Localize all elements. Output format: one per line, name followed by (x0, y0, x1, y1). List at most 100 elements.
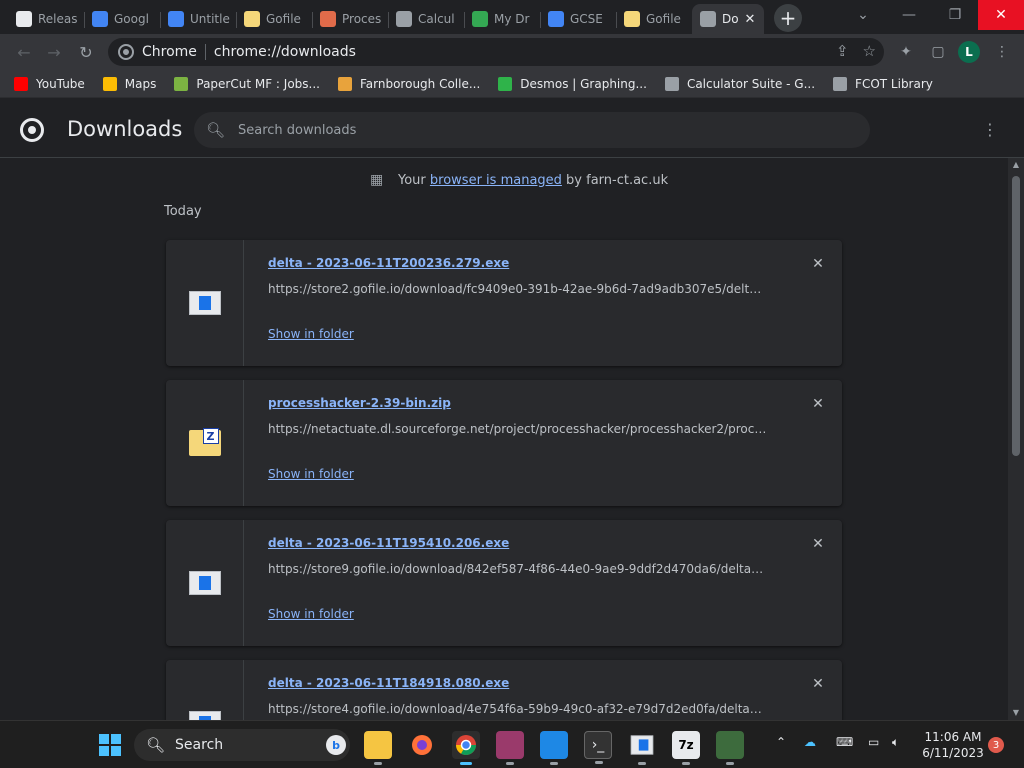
tab-strip: Releas Googl Untitle Gofile Proces Calcul My D… (0, 0, 1024, 34)
bookmark-3[interactable]: Farnborough Colle... (337, 76, 481, 91)
search-icon: 🔍︎ (206, 121, 226, 139)
bookmark-6[interactable]: FCOT Library (833, 76, 933, 91)
task-manager-icon[interactable] (716, 731, 744, 765)
tab-9[interactable]: Do ✕ (692, 4, 764, 34)
minimize-button[interactable]: — (886, 0, 932, 30)
tab-0[interactable]: Releas (8, 4, 84, 34)
remove-download-icon[interactable]: ✕ (810, 676, 826, 692)
installer-app-icon[interactable] (628, 731, 656, 765)
tab-label: Releas (38, 12, 78, 26)
show-in-folder-link[interactable]: Show in folder (268, 467, 354, 481)
bookmark-label: Desmos | Graphing... (520, 76, 647, 91)
download-filename-link[interactable]: delta - 2023-06-11T195410.206.exe (268, 536, 509, 550)
tab-2[interactable]: Untitle (160, 4, 236, 34)
tray-chevron-icon[interactable]: ⌃ (776, 735, 786, 749)
remove-download-icon[interactable]: ✕ (810, 536, 826, 552)
window-close-button[interactable]: ✕ (978, 0, 1024, 30)
bookmark-label: Maps (124, 76, 157, 91)
bookmarks-bar: YouTube Maps PaperCut MF : Jobs... Farnboro… (0, 70, 1024, 98)
managed-link[interactable]: browser is managed (430, 173, 562, 188)
tab-1[interactable]: Googl (84, 4, 160, 34)
share-icon[interactable]: ⇪ (836, 42, 849, 60)
bookmark-0[interactable]: YouTube (14, 76, 85, 91)
file-icon-column (166, 380, 244, 506)
scrollbar[interactable]: ▲ ▼ (1008, 158, 1024, 720)
forward-button[interactable]: → (40, 38, 68, 66)
remove-download-icon[interactable]: ✕ (810, 396, 826, 412)
onedrive-icon[interactable]: ☁ (804, 735, 816, 749)
tab-4[interactable]: Proces (312, 4, 388, 34)
taskbar-search[interactable]: 🔍︎ Search b (134, 729, 350, 761)
github-icon (16, 11, 32, 27)
tab-label: Googl (114, 12, 149, 26)
extensions-icon[interactable]: ✦ (894, 40, 918, 64)
clock-date: 6/11/2023 (922, 746, 984, 760)
address-bar[interactable]: Chrome chrome://downloads ⇪ ☆ (108, 38, 884, 66)
side-panel-icon[interactable]: ▢ (926, 40, 950, 64)
tab-3[interactable]: Gofile (236, 4, 312, 34)
tab-search-icon[interactable]: ⌄ (840, 0, 886, 30)
download-item: delta - 2023-06-11T195410.206.exe https:/… (166, 520, 842, 646)
show-in-folder-link[interactable]: Show in folder (268, 607, 354, 621)
tab-label: Do (722, 12, 739, 26)
chrome-icon (118, 44, 134, 60)
managed-notice: ▦ Your browser is managed by farn-ct.ac.… (370, 172, 669, 188)
reload-button[interactable]: ↻ (72, 38, 100, 66)
downloads-header: Downloads 🔍︎ ⋮ (0, 102, 1024, 158)
tab-8[interactable]: Gofile (616, 4, 692, 34)
scroll-down-icon[interactable]: ▼ (1008, 706, 1024, 720)
search-input[interactable] (238, 122, 838, 138)
chrome-menu-icon[interactable]: ⋮ (990, 40, 1014, 64)
tab-7[interactable]: GCSE (540, 4, 616, 34)
download-filename-link[interactable]: delta - 2023-06-11T184918.080.exe (268, 676, 509, 690)
notification-badge[interactable]: 3 (988, 737, 1004, 753)
tab-label: Gofile (646, 12, 681, 26)
terminal-icon[interactable]: ›_ (584, 731, 612, 764)
firefox-icon[interactable] (408, 731, 436, 759)
download-filename-link[interactable]: delta - 2023-06-11T200236.279.exe (268, 256, 509, 270)
papercut-icon (174, 76, 189, 91)
new-tab-button[interactable]: + (774, 4, 802, 32)
college-icon (337, 76, 352, 91)
back-button[interactable]: ← (10, 38, 38, 66)
scroll-thumb[interactable] (1012, 176, 1020, 456)
bookmark-label: YouTube (36, 76, 85, 91)
maps-icon (102, 76, 117, 91)
tab-label: Untitle (190, 12, 230, 26)
bookmark-label: Farnborough Colle... (359, 76, 481, 91)
bing-icon: b (326, 735, 346, 755)
volume-icon[interactable]: 🔈︎ (892, 735, 899, 750)
snipping-tool-icon[interactable] (496, 731, 524, 765)
more-actions-icon[interactable]: ⋮ (980, 120, 1000, 140)
chrome-taskbar-icon[interactable] (452, 731, 480, 765)
windows-start-icon[interactable] (96, 731, 124, 759)
geogebra-icon (664, 76, 679, 91)
bookmark-1[interactable]: Maps (102, 76, 157, 91)
exe-file-icon (188, 291, 221, 315)
tab-close-icon[interactable]: ✕ (742, 11, 758, 27)
file-icon-column (166, 240, 244, 366)
zip-file-icon (188, 428, 221, 456)
desmos-icon (498, 76, 513, 91)
youtube-icon (14, 76, 28, 91)
bookmark-star-icon[interactable]: ☆ (863, 42, 876, 60)
network-icon[interactable]: ▭ (868, 735, 879, 749)
remove-download-icon[interactable]: ✕ (810, 256, 826, 272)
photos-icon[interactable] (540, 731, 568, 765)
show-in-folder-link[interactable]: Show in folder (268, 327, 354, 341)
tab-6[interactable]: My Dr (464, 4, 540, 34)
download-filename-link[interactable]: processhacker-2.39-bin.zip (268, 396, 451, 410)
page-title: Downloads (67, 117, 183, 141)
taskbar-clock[interactable]: 11:06 AM 6/11/2023 (918, 729, 988, 761)
bookmark-4[interactable]: Desmos | Graphing... (498, 76, 647, 91)
file-explorer-icon[interactable] (364, 731, 392, 765)
bookmark-2[interactable]: PaperCut MF : Jobs... (174, 76, 320, 91)
scroll-up-icon[interactable]: ▲ (1008, 158, 1024, 172)
keyboard-icon[interactable]: ⌨ (836, 735, 853, 749)
bookmark-5[interactable]: Calculator Suite - G... (664, 76, 816, 91)
restore-button[interactable]: ❐ (932, 0, 978, 30)
tab-5[interactable]: Calcul (388, 4, 464, 34)
profile-avatar[interactable]: L (958, 41, 980, 63)
bookmark-label: Calculator Suite - G... (686, 76, 816, 91)
7zip-icon[interactable]: 7z (672, 731, 700, 765)
